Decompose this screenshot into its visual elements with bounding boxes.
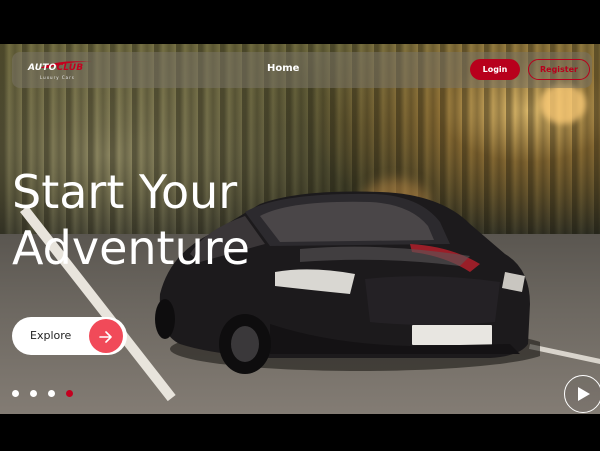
headline-line-2: Adventure (12, 221, 250, 275)
arrow-right-icon (89, 319, 123, 353)
register-button[interactable]: Register (528, 59, 590, 80)
headline-line-1: Start Your (12, 165, 238, 219)
login-button[interactable]: Login (470, 59, 520, 80)
play-icon (578, 387, 590, 401)
carousel-dot[interactable] (48, 390, 55, 397)
navbar: AUTOCLUB Luxury Cars Home Login Register (12, 52, 592, 88)
carousel-dot[interactable] (30, 390, 37, 397)
logo-text: AUTOCLUB (28, 63, 84, 73)
explore-button[interactable]: Explore (12, 317, 127, 355)
logo-tagline: Luxury Cars (40, 75, 75, 80)
sun-flare (540, 84, 586, 124)
explore-label: Explore (30, 329, 72, 342)
nav-link-home[interactable]: Home (267, 63, 299, 74)
brand-logo[interactable]: AUTOCLUB Luxury Cars (28, 59, 98, 83)
carousel-dot[interactable] (12, 390, 19, 397)
hero-headline: Start Your Adventure (12, 164, 250, 276)
carousel-dot-active[interactable] (66, 390, 73, 397)
play-video-button[interactable] (564, 375, 600, 413)
letterbox-bottom (0, 414, 600, 451)
letterbox-top (0, 0, 600, 44)
